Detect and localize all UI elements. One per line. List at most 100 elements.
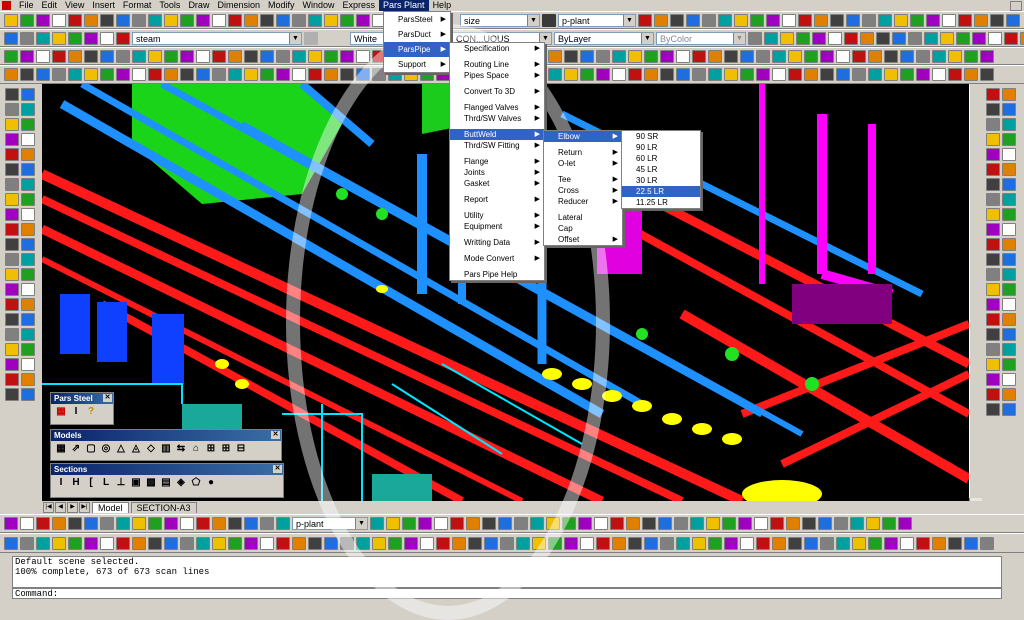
view3d-tool-icon[interactable]: [180, 517, 194, 530]
draw-tool-icon[interactable]: [21, 298, 35, 311]
render-tool-icon[interactable]: [638, 13, 652, 27]
first-tab-icon[interactable]: |◀: [43, 501, 54, 513]
draw-tool-icon[interactable]: [21, 118, 35, 131]
model-tool-icon[interactable]: ⇆: [175, 443, 187, 455]
solid-tool-icon[interactable]: [788, 536, 802, 550]
draw-tool-icon[interactable]: [5, 208, 19, 221]
layer-tool-icon[interactable]: [542, 13, 556, 27]
dimension-tool-icon[interactable]: [402, 517, 416, 530]
menu-item-report[interactable]: Report ▶: [450, 194, 544, 205]
section-tool-icon[interactable]: ◈: [175, 477, 187, 489]
modify-tool-icon[interactable]: [692, 49, 706, 63]
tab-section-a3[interactable]: SECTION-A3: [130, 501, 197, 513]
section-tool-icon[interactable]: ▣: [130, 477, 142, 489]
last-tab-icon[interactable]: ▶|: [79, 501, 90, 513]
draw-tool-icon[interactable]: [5, 313, 19, 326]
menu-express[interactable]: Express: [339, 0, 380, 11]
solid-tool-icon[interactable]: [740, 536, 754, 550]
snap-tool-icon[interactable]: [908, 31, 922, 45]
dimension-tool-icon[interactable]: [786, 517, 800, 530]
solid-tool-icon[interactable]: [468, 536, 482, 550]
fitting-tool-icon[interactable]: [148, 68, 162, 81]
fitting-tool-icon[interactable]: [628, 68, 642, 81]
dimension-tool-icon[interactable]: [882, 517, 896, 530]
draw-tool-icon[interactable]: [21, 358, 35, 371]
menu-item-lateral[interactable]: Lateral: [544, 212, 622, 223]
dimension-tool-icon[interactable]: [834, 517, 848, 530]
fitting-tool-icon[interactable]: [788, 68, 802, 81]
tool-icon[interactable]: [308, 13, 322, 27]
menu-item-return[interactable]: Return ▶: [544, 147, 622, 158]
snap-tool-icon[interactable]: [780, 31, 794, 45]
render-tool-icon[interactable]: [814, 13, 828, 27]
section-tool-icon[interactable]: ▤: [160, 477, 172, 489]
render-tool-icon[interactable]: [990, 13, 1004, 27]
solid-tool-icon[interactable]: [180, 536, 194, 550]
dimension-tool-icon[interactable]: [578, 517, 592, 530]
tool-icon[interactable]: [52, 13, 66, 27]
modify-tool-icon[interactable]: [884, 49, 898, 63]
render-tool-icon[interactable]: [846, 13, 860, 27]
section-tool-icon[interactable]: ⬠: [190, 477, 202, 489]
modify-tool-icon[interactable]: [196, 49, 210, 63]
pars-tool-icon[interactable]: [986, 358, 1000, 371]
pars-tool-icon[interactable]: [986, 178, 1000, 191]
pars-tool-icon[interactable]: [1002, 403, 1016, 416]
menu-item-pipes-space[interactable]: Pipes Space ▶: [450, 70, 544, 81]
fitting-tool-icon[interactable]: [340, 68, 354, 81]
current-layer-combo[interactable]: steam ▼: [132, 31, 302, 45]
dimension-tool-icon[interactable]: [866, 517, 880, 530]
pars-tool-icon[interactable]: [1002, 388, 1016, 401]
modify-tool-icon[interactable]: [788, 49, 802, 63]
tool-icon[interactable]: [212, 13, 226, 27]
menu-view[interactable]: View: [61, 0, 88, 11]
fitting-tool-icon[interactable]: [68, 68, 82, 81]
fitting-tool-icon[interactable]: [4, 68, 18, 81]
snap-tool-icon[interactable]: [828, 31, 842, 45]
fitting-tool-icon[interactable]: [196, 68, 210, 81]
modify-tool-icon[interactable]: [804, 49, 818, 63]
menu-item-parsduct[interactable]: ParsDuct ▶: [384, 27, 450, 42]
menu-tools[interactable]: Tools: [155, 0, 184, 11]
fitting-tool-icon[interactable]: [596, 68, 610, 81]
dimension-tool-icon[interactable]: [722, 517, 736, 530]
modify-tool-icon[interactable]: [836, 49, 850, 63]
solid-tool-icon[interactable]: [100, 536, 114, 550]
draw-tool-icon[interactable]: [5, 118, 19, 131]
modify-tool-icon[interactable]: [564, 49, 578, 63]
modify-tool-icon[interactable]: [660, 49, 674, 63]
tool-icon[interactable]: [164, 13, 178, 27]
dimension-tool-icon[interactable]: [770, 517, 784, 530]
dimension-tool-icon[interactable]: [370, 517, 384, 530]
solid-tool-icon[interactable]: [36, 536, 50, 550]
render-tool-icon[interactable]: [926, 13, 940, 27]
pars-tool-icon[interactable]: [986, 283, 1000, 296]
layer-tool-icon[interactable]: [20, 31, 34, 45]
fitting-tool-icon[interactable]: [244, 68, 258, 81]
modify-tool-icon[interactable]: [964, 49, 978, 63]
fitting-tool-icon[interactable]: [852, 68, 866, 81]
view3d-tool-icon[interactable]: [196, 517, 210, 530]
pars-tool-icon[interactable]: [986, 253, 1000, 266]
solid-tool-icon[interactable]: [628, 536, 642, 550]
tool-icon[interactable]: [36, 13, 50, 27]
app-icon[interactable]: [2, 1, 11, 10]
view3d-tool-icon[interactable]: [20, 517, 34, 530]
modify-tool-icon[interactable]: [932, 49, 946, 63]
draw-tool-icon[interactable]: [5, 328, 19, 341]
pars-tool-icon[interactable]: [1002, 238, 1016, 251]
model-tool-icon[interactable]: ⊟: [235, 443, 247, 455]
dimension-tool-icon[interactable]: [434, 517, 448, 530]
snap-tool-icon[interactable]: [876, 31, 890, 45]
view3d-tool-icon[interactable]: [100, 517, 114, 530]
modify-tool-icon[interactable]: [852, 49, 866, 63]
dimension-tool-icon[interactable]: [626, 517, 640, 530]
fitting-tool-icon[interactable]: [116, 68, 130, 81]
menu-item-parssteel[interactable]: ParsSteel ▶: [384, 12, 450, 27]
fitting-tool-icon[interactable]: [884, 68, 898, 81]
dimension-tool-icon[interactable]: [530, 517, 544, 530]
draw-tool-icon[interactable]: [5, 388, 19, 401]
modify-tool-icon[interactable]: [68, 49, 82, 63]
draw-tool-icon[interactable]: [5, 178, 19, 191]
solid-tool-icon[interactable]: [724, 536, 738, 550]
